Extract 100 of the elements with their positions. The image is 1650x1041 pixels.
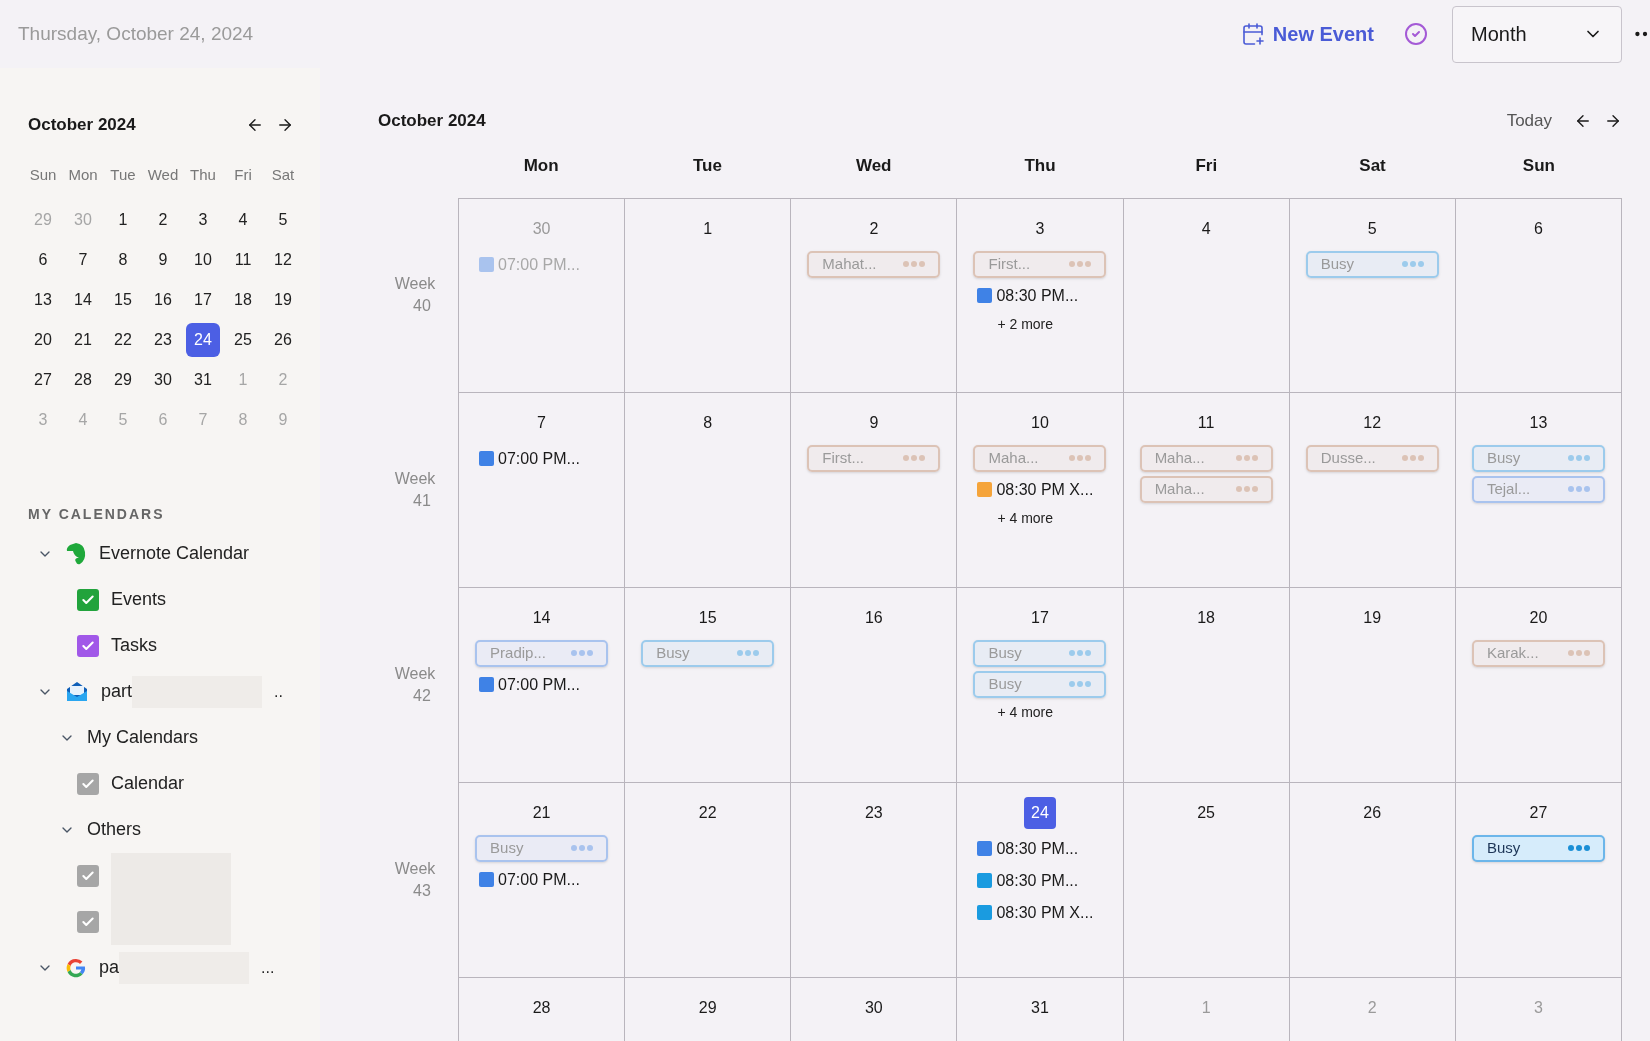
checkbox[interactable] [77, 910, 99, 933]
day-number[interactable]: 26 [1356, 796, 1389, 829]
day-number[interactable]: 29 [691, 991, 724, 1024]
day-number[interactable]: 15 [691, 601, 724, 634]
day-number[interactable]: 13 [1522, 406, 1555, 439]
weekday-label: Mon [67, 164, 99, 185]
mini-calendar-day[interactable]: 10 [186, 242, 220, 277]
view-select[interactable]: Month [1452, 5, 1622, 63]
day-number[interactable]: 31 [1024, 991, 1056, 1024]
more-icon [1401, 455, 1424, 461]
day-number[interactable]: 18 [1190, 601, 1223, 634]
day-number[interactable]: 4 [1190, 212, 1223, 245]
mini-calendar-day[interactable]: 1 [106, 202, 140, 237]
more-events-link[interactable]: + 4 more [957, 507, 1123, 530]
mini-calendar-day[interactable]: 14 [66, 282, 100, 317]
day-number[interactable]: 9 [857, 406, 890, 439]
mini-calendar-day[interactable]: 19 [266, 282, 300, 317]
mini-calendar-day[interactable]: 17 [186, 282, 220, 317]
timed-event[interactable]: 08:30 PM... [957, 834, 1123, 863]
more-events-link[interactable]: + 2 more [957, 313, 1123, 336]
mini-calendar-day[interactable]: 12 [266, 242, 300, 277]
day-number[interactable]: 6 [1522, 212, 1555, 245]
mini-calendar-day[interactable]: 21 [66, 322, 100, 357]
day-number[interactable]: 7 [525, 406, 558, 439]
today-button[interactable]: Today [1506, 108, 1552, 134]
checkbox[interactable] [77, 634, 99, 657]
mini-calendar-day[interactable]: 24 [186, 322, 220, 357]
more-icon [1069, 681, 1092, 687]
new-event-button[interactable]: New Event [1240, 19, 1374, 49]
checkbox[interactable] [77, 588, 99, 611]
mini-calendar-day[interactable]: 26 [266, 322, 300, 357]
day-number[interactable]: 8 [691, 406, 724, 439]
day-number[interactable]: 3 [1024, 212, 1056, 245]
mini-calendar-day[interactable]: 13 [26, 282, 60, 317]
check-icon [81, 914, 95, 929]
day-number[interactable]: 10 [1024, 406, 1056, 439]
more-icon [1567, 650, 1590, 656]
more-events-link[interactable]: + 4 more [957, 701, 1123, 724]
mini-calendar-day[interactable]: 8 [106, 242, 140, 277]
day-number[interactable]: 22 [691, 796, 724, 829]
day-number[interactable]: 14 [525, 601, 558, 634]
add-task-icon[interactable] [1404, 22, 1428, 46]
day-number[interactable]: 2 [857, 212, 890, 245]
mini-calendar-day[interactable]: 30 [146, 362, 180, 397]
day-number[interactable]: 23 [857, 796, 890, 829]
day-number[interactable]: 27 [1522, 796, 1555, 829]
mini-calendar-day[interactable]: 28 [66, 362, 100, 397]
day-number[interactable]: 30 [857, 991, 890, 1024]
mini-calendar-day[interactable]: 16 [146, 282, 180, 317]
day-number[interactable]: 16 [857, 601, 890, 634]
week-number: 43 [412, 881, 431, 901]
mini-calendar-day[interactable]: 18 [226, 282, 260, 317]
day-number[interactable]: 11 [1190, 406, 1223, 439]
timed-event[interactable]: 07:00 PM... [459, 444, 625, 473]
day-number[interactable]: 25 [1190, 796, 1223, 829]
mini-calendar-day[interactable]: 2 [146, 202, 180, 237]
more-icon [1069, 455, 1092, 461]
checkbox[interactable] [77, 864, 99, 887]
mini-calendar-day[interactable]: 29 [106, 362, 140, 397]
day-number[interactable]: 19 [1356, 601, 1389, 634]
mini-calendar-day[interactable]: 9 [146, 242, 180, 277]
more-icon [571, 845, 594, 851]
g-logo-icon [65, 956, 87, 979]
day-number[interactable]: 12 [1356, 406, 1389, 439]
timed-event[interactable]: 08:30 PM X... [957, 475, 1123, 504]
day-number[interactable]: 17 [1024, 601, 1056, 634]
mini-calendar-day[interactable]: 15 [106, 282, 140, 317]
mini-calendar-day[interactable]: 7 [66, 242, 100, 277]
timed-event[interactable]: 07:00 PM... [459, 865, 625, 894]
day-number[interactable]: 21 [525, 796, 558, 829]
calendar-plus-icon [1240, 22, 1265, 46]
mini-calendar-day[interactable]: 31 [186, 362, 220, 397]
timed-event[interactable]: 07:00 PM... [459, 670, 625, 699]
weekday-label: Fri [233, 164, 253, 185]
calendar-label: Others [87, 818, 142, 841]
day-number[interactable]: 24 [1024, 796, 1056, 829]
mini-calendar-day[interactable]: 23 [146, 322, 180, 357]
mini-calendar-day[interactable]: 6 [26, 242, 60, 277]
week-number: 40 [412, 296, 431, 316]
week-label: Week [394, 469, 436, 489]
mini-calendar-day[interactable]: 11 [226, 242, 260, 277]
day-number[interactable]: 28 [525, 991, 558, 1024]
mini-calendar-day[interactable]: 4 [226, 202, 260, 237]
mini-calendar-day[interactable]: 5 [266, 202, 300, 237]
day-number[interactable]: 5 [1356, 212, 1389, 245]
calendar-label: Events [111, 588, 167, 611]
timed-event[interactable]: 08:30 PM... [957, 866, 1123, 895]
mini-calendar-day[interactable]: 27 [26, 362, 60, 397]
day-number[interactable]: 1 [691, 212, 724, 245]
event-chip[interactable]: Busy [1471, 834, 1605, 862]
weekday-label: Wed [146, 164, 180, 185]
mini-calendar-day[interactable]: 3 [186, 202, 220, 237]
month-title: October 2024 [378, 110, 486, 132]
mini-calendar-day[interactable]: 20 [26, 322, 60, 357]
timed-event[interactable]: 08:30 PM X... [957, 898, 1123, 927]
timed-event[interactable]: 08:30 PM... [957, 281, 1123, 310]
day-number[interactable]: 20 [1522, 601, 1555, 634]
mini-calendar-day[interactable]: 22 [106, 322, 140, 357]
checkbox[interactable] [77, 772, 99, 795]
mini-calendar-day[interactable]: 25 [226, 322, 260, 357]
